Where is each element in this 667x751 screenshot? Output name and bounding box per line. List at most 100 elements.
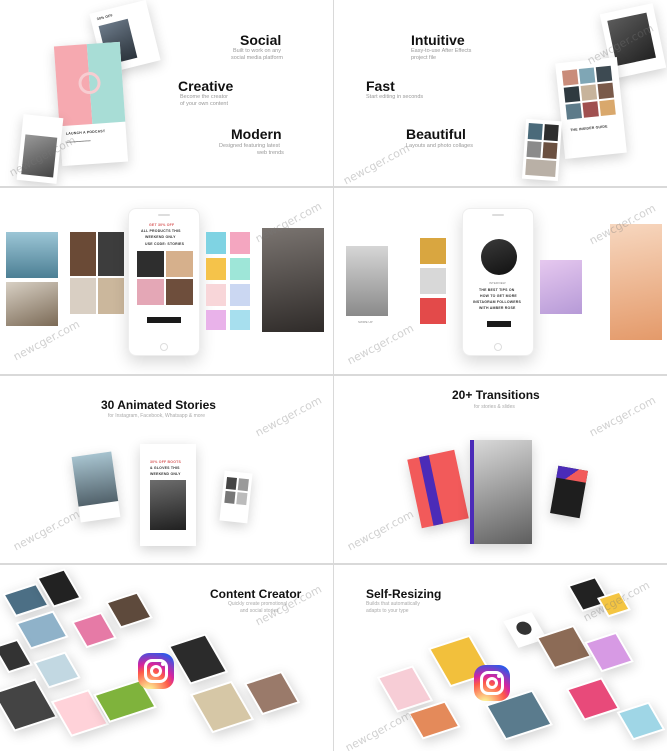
insider-guide-card: THE INSIDER GUIDE: [555, 57, 627, 159]
card-photo: [170, 635, 226, 683]
cta-button: [487, 321, 511, 327]
sale-line-3: WEEKEND ONLY: [145, 235, 176, 239]
tips-line-4: WITH AMBER ROSE: [479, 306, 516, 310]
grid-photo: [527, 123, 543, 140]
phone-speaker: [158, 214, 170, 216]
interview-label: INTERVIEW: [489, 281, 506, 285]
card-photo: [5, 585, 47, 615]
ig-dot: [497, 674, 501, 678]
transition-card-main: [470, 440, 532, 544]
feature-sub-intuitive-2: project file: [411, 55, 437, 61]
panel-phone-sale: GET 30% OFF ALL PRODUCTS THIS WEEKEND ON…: [0, 188, 333, 374]
feature-title-modern: Modern: [231, 126, 282, 142]
feature-sub-fast: Start editing in seconds: [366, 94, 424, 100]
dog-photo: [420, 298, 446, 324]
grid-photo: [98, 232, 124, 276]
fashion-photo: [346, 246, 388, 316]
feature-sub-intuitive-1: Easy-to-use After Effects: [411, 48, 472, 54]
story-card-center: 30% OFF BOOTS & GLOVES THIS WEEKEND ONLY: [140, 444, 196, 546]
travel-photo: [71, 451, 119, 507]
floating-card: [71, 611, 117, 649]
grid-photo: [595, 65, 613, 83]
grid-photo: [525, 158, 557, 177]
phone-mockup: GET 30% OFF ALL PRODUCTS THIS WEEKEND ON…: [128, 208, 200, 356]
grid-photo: [580, 84, 598, 101]
self-resizing-sub-2: adapts to your type: [366, 608, 409, 614]
watermark: newcger.com: [253, 393, 324, 440]
panel-features-right: Intuitive Easy-to-use After Effects proj…: [334, 0, 667, 186]
boots-line-2: & GLOVES THIS: [150, 466, 180, 470]
grid-photo: [236, 492, 248, 506]
floating-card: [189, 680, 255, 734]
color-tile: [206, 284, 226, 306]
cta-button: [147, 317, 181, 323]
ig-lens: [150, 665, 162, 677]
transition-card-red: [407, 449, 469, 529]
sale-line-1: GET 30% OFF: [149, 223, 175, 227]
swipe-up: SWIPE UP: [358, 320, 373, 324]
desk-photo: [474, 440, 532, 544]
card-photo: [410, 702, 458, 738]
grid-photo: [224, 490, 236, 504]
animated-stories-title: 30 Animated Stories: [101, 398, 216, 412]
color-tile: [230, 232, 250, 254]
color-tile: [206, 310, 226, 330]
watermark: newcger.com: [345, 507, 416, 554]
card-photo: [74, 614, 114, 646]
coffee-cup-photo: [70, 278, 96, 314]
grid-photo: [98, 278, 124, 314]
avatar: [481, 239, 517, 275]
instagram-icon: [138, 653, 174, 689]
grid-photo: [137, 251, 164, 277]
avatar: [513, 619, 535, 637]
grid-photo: [543, 124, 559, 142]
color-tile: [230, 284, 250, 306]
panel-transitions: 20+ Transitions for stories & slides new…: [334, 376, 667, 563]
ig-lens: [486, 677, 498, 689]
surf-photo: [6, 232, 58, 278]
ig-dot: [161, 662, 165, 666]
panel-features-left: 30% OFF LAUNCH A PODCAST ▬▬▬▬▬▬▬▬ Social…: [0, 0, 333, 186]
watermark: newcger.com: [341, 141, 412, 186]
floating-card: [565, 677, 621, 721]
card-photo: [538, 627, 590, 667]
card-photo: [192, 683, 252, 731]
floating-card: [376, 665, 434, 713]
pastel-photo: [540, 260, 582, 314]
watermark: newcger.com: [343, 708, 414, 751]
color-tile: [230, 310, 250, 330]
story-card-left: [71, 451, 121, 523]
self-resizing-title: Self-Resizing: [366, 587, 442, 601]
grid-photo: [526, 140, 542, 158]
use-code: USE CODE: STORIES: [145, 242, 185, 246]
tips-line-3: INSTAGRAM FOLLOWERS: [473, 300, 522, 304]
feature-title-creative: Creative: [178, 78, 234, 94]
curly-hair-photo: [610, 224, 662, 340]
purple-stripe: [418, 455, 444, 526]
hair-photo: [6, 282, 58, 326]
card-photo: [0, 641, 31, 671]
feature-title-beautiful: Beautiful: [406, 126, 466, 142]
panel-animated-stories: 30 Animated Stories for Instagram, Faceb…: [0, 376, 333, 563]
grid-photo: [561, 69, 579, 86]
transitions-subtitle: for stories & slides: [474, 404, 515, 410]
color-corner: [556, 465, 588, 483]
grid-photo: [599, 99, 616, 117]
card-photo: [587, 634, 631, 670]
feature-sub-creative-1: Become the creator: [180, 94, 228, 100]
dog-photo: [420, 268, 446, 294]
grid-photo: [563, 86, 581, 103]
panel-self-resizing: Self-Resizing Builds that automatically …: [334, 565, 667, 751]
color-tile: [206, 258, 226, 280]
card-photo: [0, 680, 56, 730]
floating-card: [33, 651, 81, 689]
transition-card-dark: [550, 465, 588, 519]
feature-sub-social-1: Built to work on any: [233, 48, 281, 54]
feature-sub-modern-1: Designed featuring latest: [219, 143, 280, 149]
grid-photo: [166, 279, 193, 305]
phone-speaker: [492, 214, 504, 216]
dog-photo: [420, 238, 446, 264]
floating-card: [584, 631, 634, 673]
card-photo: [379, 667, 431, 711]
feature-title-social: Social: [240, 32, 282, 48]
